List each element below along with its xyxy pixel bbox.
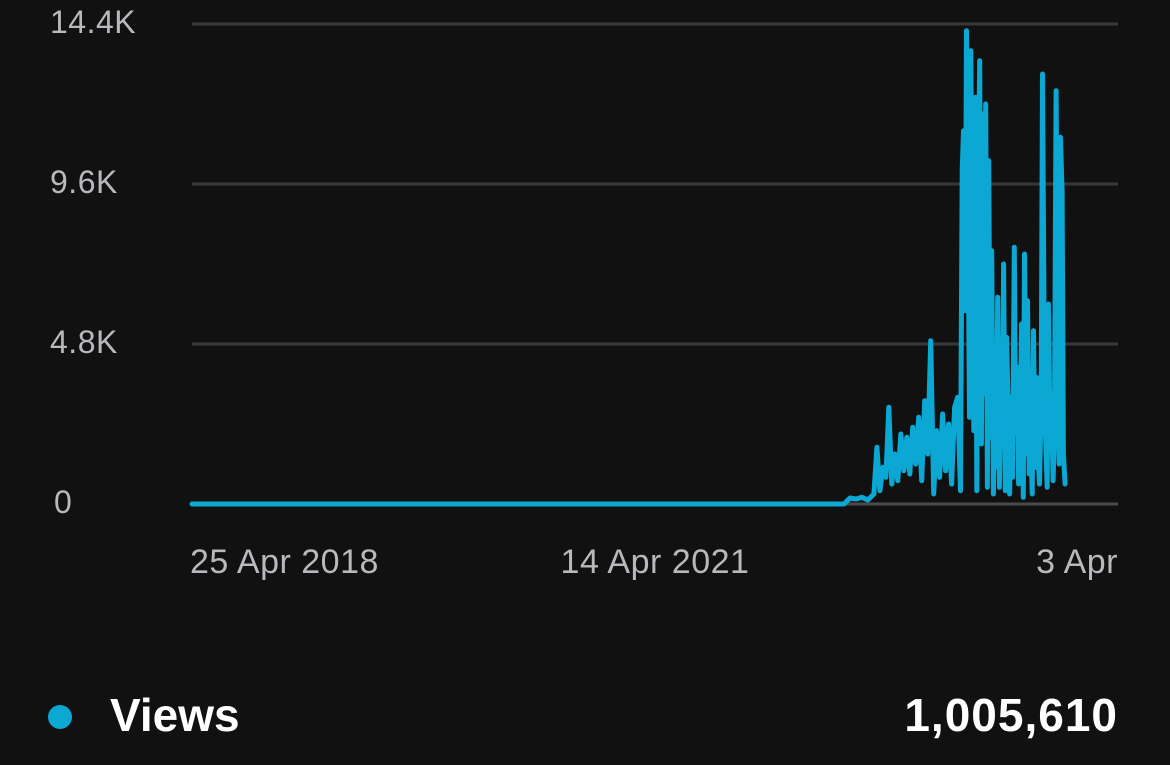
series-line-views [189, 28, 1068, 507]
y-tick-label: 14.4K [50, 4, 137, 40]
y-tick-label: 4.8K [50, 324, 118, 360]
x-tick-label: 14 Apr 2021 [560, 543, 750, 581]
legend-series-dot [48, 705, 72, 729]
y-tick-label: 0 [54, 484, 73, 520]
views-line-chart [189, 22, 1118, 507]
series-layer [189, 28, 1068, 507]
legend-total-value: 1,005,610 [904, 689, 1118, 741]
y-tick-label: 9.6K [50, 164, 118, 200]
x-tick-label: 25 Apr 2018 [190, 543, 379, 581]
legend-series-label: Views [110, 689, 240, 741]
legend-row[interactable]: Views 1,005,610 [0, 680, 1170, 750]
x-tick-label: 3 Apr [1036, 543, 1118, 581]
